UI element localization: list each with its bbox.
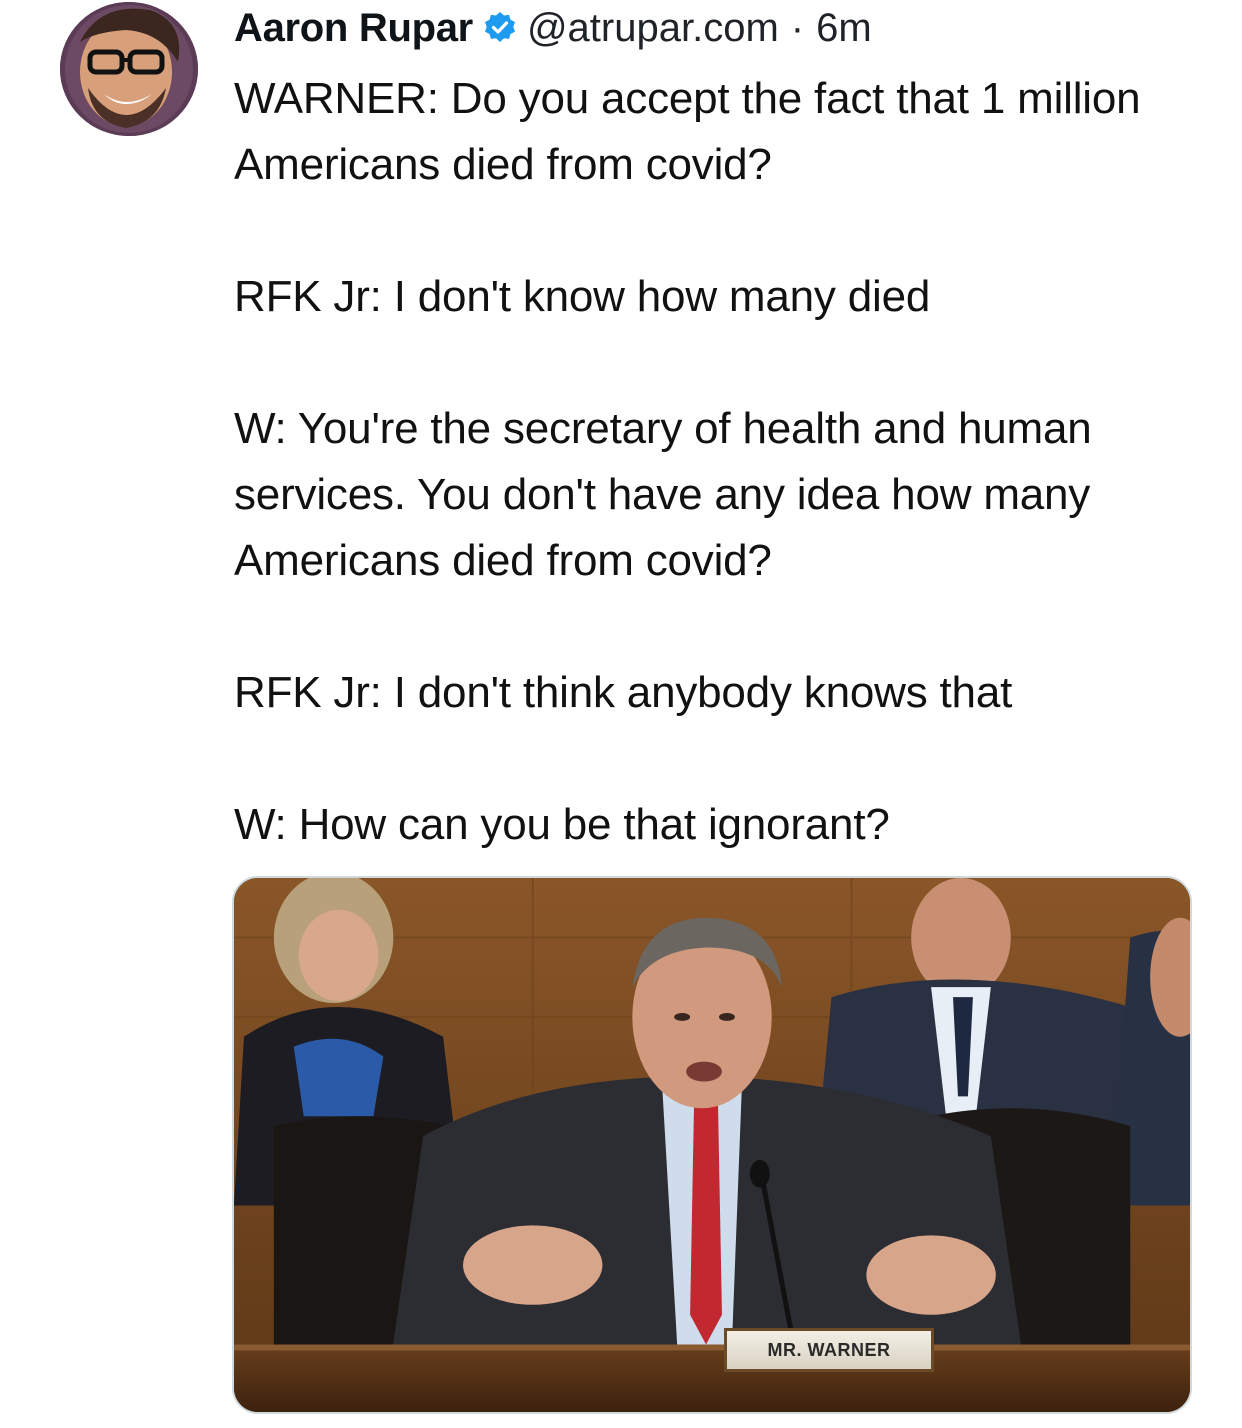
post-media-image[interactable]: MR. WARNER xyxy=(232,876,1192,1414)
post-timestamp[interactable]: 6m xyxy=(816,6,872,51)
post-paragraph: WARNER: Do you accept the fact that 1 mi… xyxy=(234,74,1141,189)
post-header: Aaron Rupar @atrupar.com · 6m xyxy=(234,4,872,52)
verified-badge-icon xyxy=(483,11,517,45)
avatar[interactable] xyxy=(60,2,198,136)
author-handle[interactable]: @atrupar.com xyxy=(527,6,779,51)
post-paragraph: W: How can you be that ignorant? xyxy=(234,800,890,849)
post-body: WARNER: Do you accept the fact that 1 mi… xyxy=(234,66,1214,858)
hearing-photo xyxy=(234,878,1190,1412)
author-name[interactable]: Aaron Rupar xyxy=(234,6,473,51)
post-paragraph: RFK Jr: I don't know how many died xyxy=(234,272,931,321)
nameplate: MR. WARNER xyxy=(724,1328,934,1372)
post-paragraph: W: You're the secretary of health and hu… xyxy=(234,404,1092,585)
post-paragraph: RFK Jr: I don't think anybody knows that xyxy=(234,668,1013,717)
avatar-photo xyxy=(60,2,198,136)
separator-dot: · xyxy=(790,5,805,50)
